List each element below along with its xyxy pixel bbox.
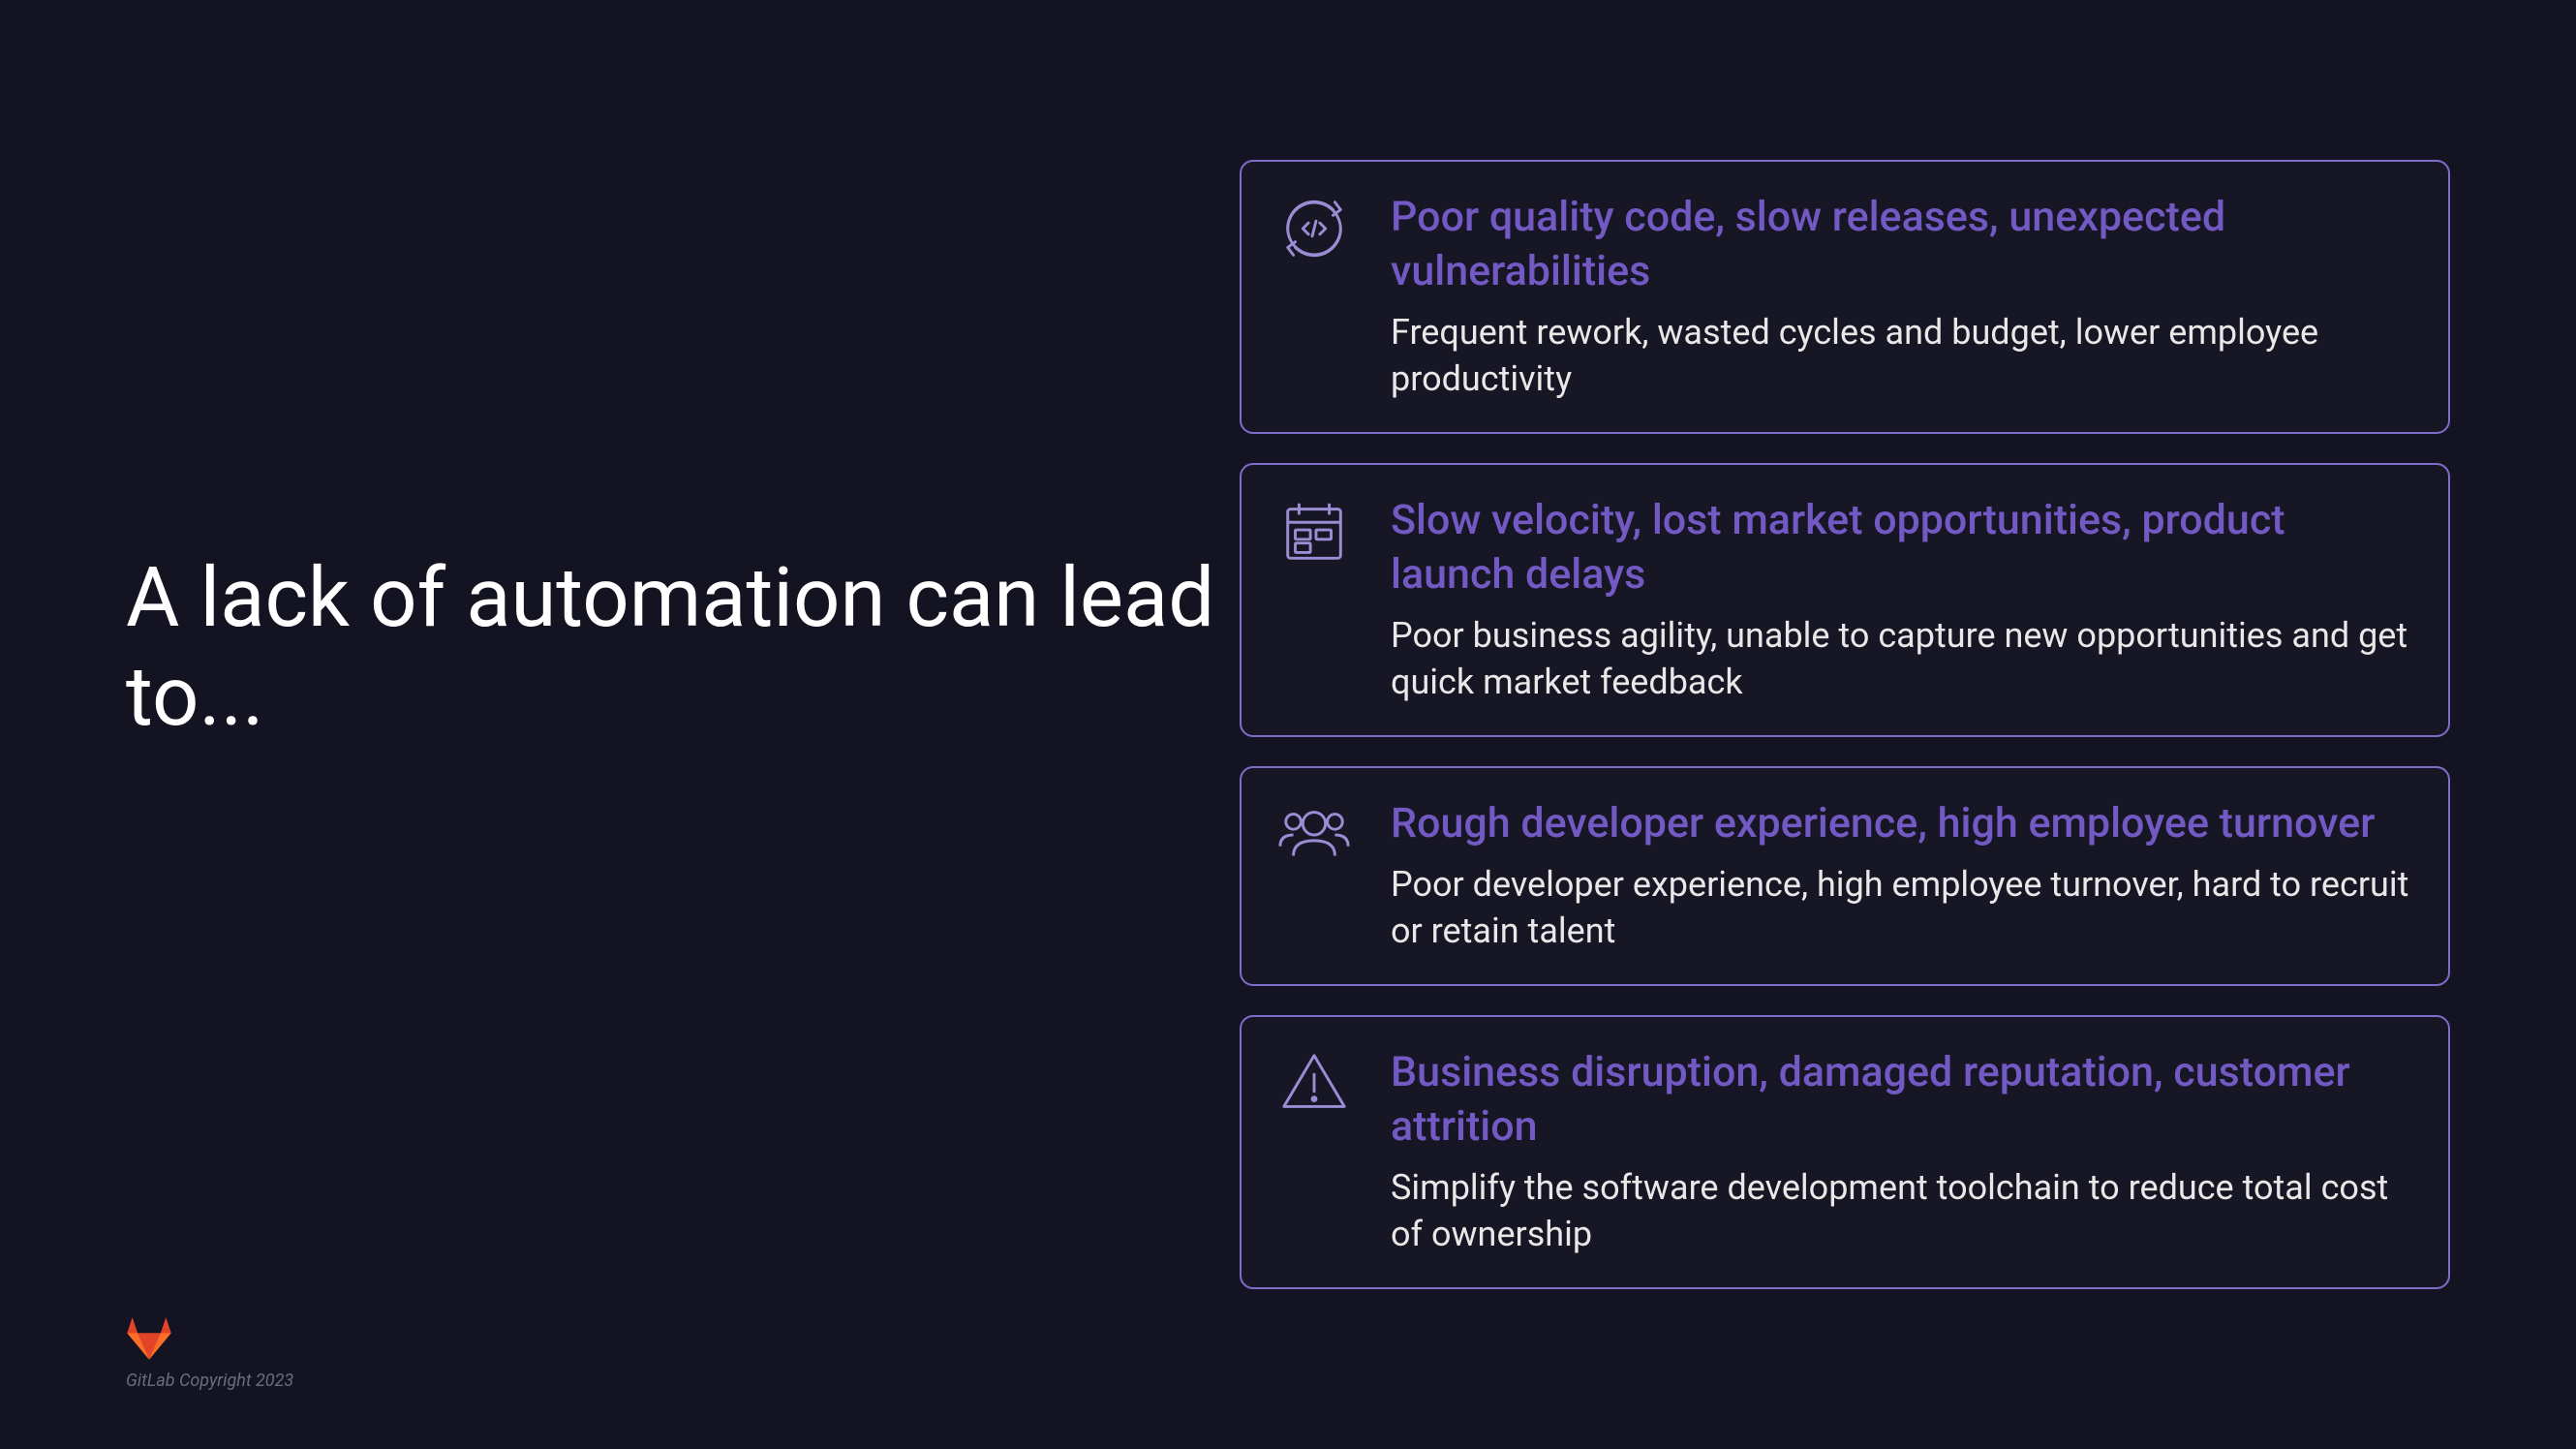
card-title: Business disruption, damaged reputation,… xyxy=(1391,1046,2409,1155)
card-description: Poor developer experience, high employee… xyxy=(1391,861,2409,955)
people-group-icon xyxy=(1276,797,1352,873)
footer: GitLab Copyright 2023 xyxy=(126,1316,293,1391)
card-title: Poor quality code, slow releases, unexpe… xyxy=(1391,191,2409,299)
code-cycle-icon xyxy=(1276,191,1352,266)
card-content: Business disruption, damaged reputation,… xyxy=(1391,1046,2409,1258)
card-disruption: Business disruption, damaged reputation,… xyxy=(1240,1015,2450,1289)
card-content: Rough developer experience, high employe… xyxy=(1391,797,2409,955)
slide: A lack of automation can lead to... GitL… xyxy=(0,0,2576,1449)
warning-triangle-icon xyxy=(1276,1046,1352,1122)
card-title: Rough developer experience, high employe… xyxy=(1391,797,2409,851)
right-column: Poor quality code, slow releases, unexpe… xyxy=(1240,0,2576,1449)
copyright-text: GitLab Copyright 2023 xyxy=(126,1371,293,1391)
card-description: Frequent rework, wasted cycles and budge… xyxy=(1391,309,2409,403)
card-content: Poor quality code, slow releases, unexpe… xyxy=(1391,191,2409,403)
card-description: Simplify the software development toolch… xyxy=(1391,1164,2409,1258)
left-column: A lack of automation can lead to... GitL… xyxy=(0,0,1240,1449)
calendar-kanban-icon xyxy=(1276,494,1352,570)
slide-title: A lack of automation can lead to... xyxy=(126,548,1240,746)
gitlab-logo-icon xyxy=(126,1316,172,1359)
card-content: Slow velocity, lost market opportunities… xyxy=(1391,494,2409,706)
card-experience: Rough developer experience, high employe… xyxy=(1240,766,2450,986)
card-velocity: Slow velocity, lost market opportunities… xyxy=(1240,463,2450,737)
card-description: Poor business agility, unable to capture… xyxy=(1391,612,2409,706)
card-quality: Poor quality code, slow releases, unexpe… xyxy=(1240,160,2450,434)
card-title: Slow velocity, lost market opportunities… xyxy=(1391,494,2409,602)
